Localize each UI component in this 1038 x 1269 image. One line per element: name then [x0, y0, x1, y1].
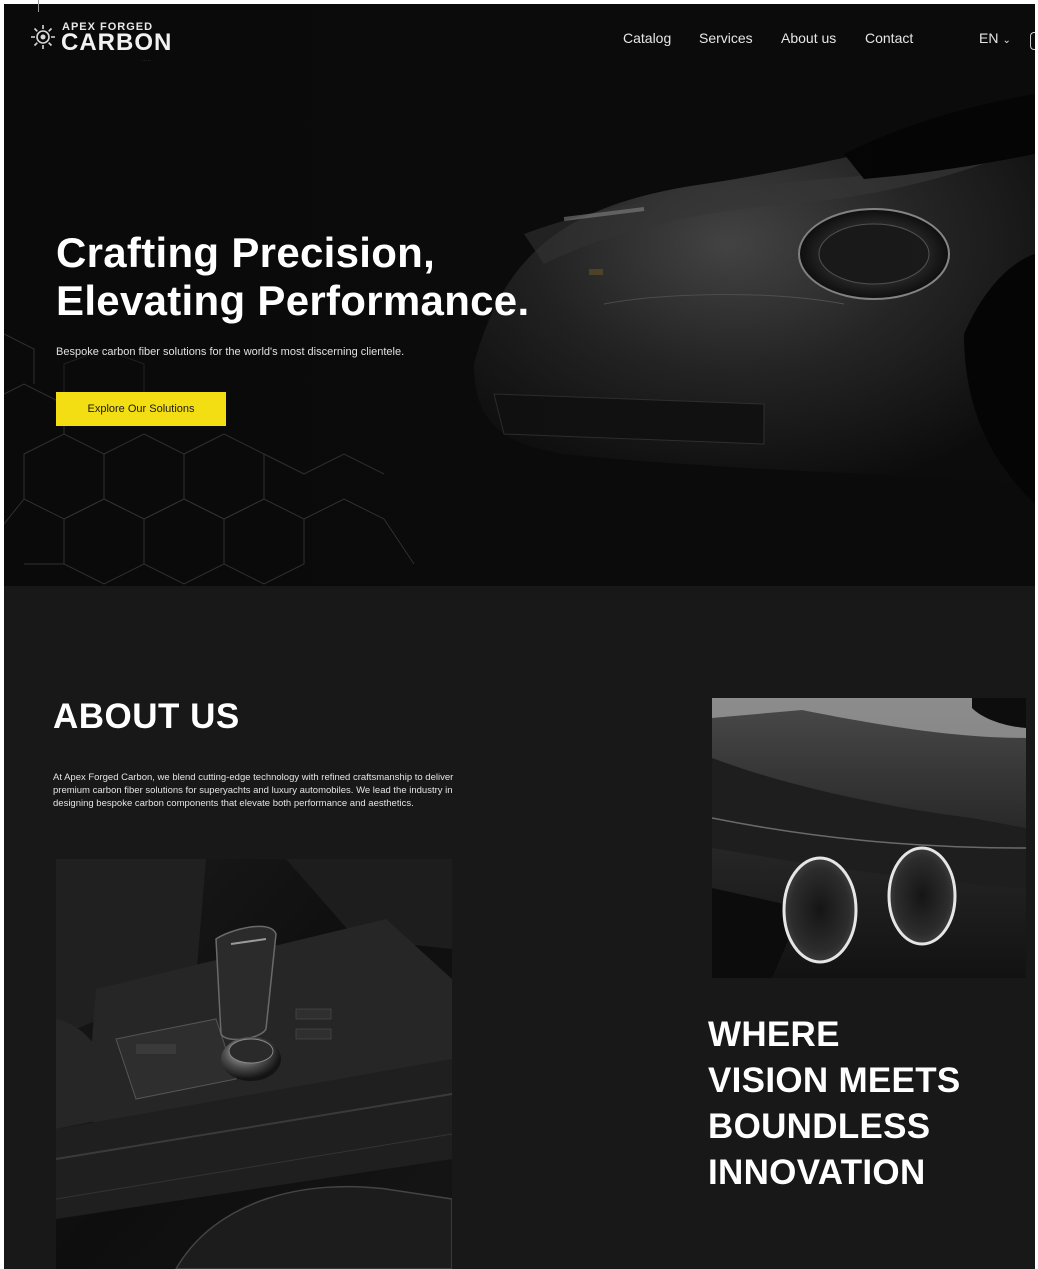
nav-services-link[interactable]: Services [699, 30, 753, 46]
language-selector[interactable]: EN ⌄ [979, 30, 1011, 46]
about-description: At Apex Forged Carbon, we blend cutting-… [53, 772, 454, 809]
about-title: ABOUT US [53, 697, 240, 736]
left-divider [38, 0, 39, 12]
hero-title-line-1: Crafting Precision, [56, 229, 436, 276]
language-code: EN [979, 30, 999, 46]
tagline-line-3: BOUNDLESS [708, 1107, 931, 1146]
page: APEX FORGED CARBON ····· Catalog Service… [4, 4, 1035, 1269]
carbon-exhaust-image [712, 698, 1026, 978]
hero-title: Crafting Precision, Elevating Performanc… [56, 229, 529, 325]
brand-tagline-mark: ····· [142, 58, 152, 63]
brand-name-main: CARBON [61, 29, 173, 56]
chevron-down-icon: ⌄ [1002, 35, 1011, 46]
partial-icon[interactable] [1030, 32, 1035, 50]
nav-contact-link[interactable]: Contact [865, 30, 913, 46]
nav-catalog-link[interactable]: Catalog [623, 30, 671, 46]
hero-title-line-2: Elevating Performance. [56, 277, 530, 324]
hero-section: APEX FORGED CARBON ····· Catalog Service… [4, 4, 1035, 586]
hero-subtitle: Bespoke carbon fiber solutions for the w… [56, 346, 405, 358]
interior-gear-shifter-image [56, 859, 452, 1269]
explore-solutions-button[interactable]: Explore Our Solutions [56, 392, 226, 426]
brand-logo[interactable]: APEX FORGED CARBON ····· [30, 21, 200, 63]
top-navbar: APEX FORGED CARBON ····· Catalog Service… [4, 4, 1035, 72]
tagline-line-2: VISION MEETS [708, 1061, 961, 1100]
tagline-line-4: INNOVATION [708, 1153, 926, 1192]
tagline-line-1: WHERE [708, 1015, 840, 1054]
carbon-gear-logo-icon [31, 25, 55, 49]
about-tagline: WHERE VISION MEETS BOUNDLESS INNOVATION [708, 1012, 961, 1196]
nav-about-link[interactable]: About us [781, 30, 836, 46]
